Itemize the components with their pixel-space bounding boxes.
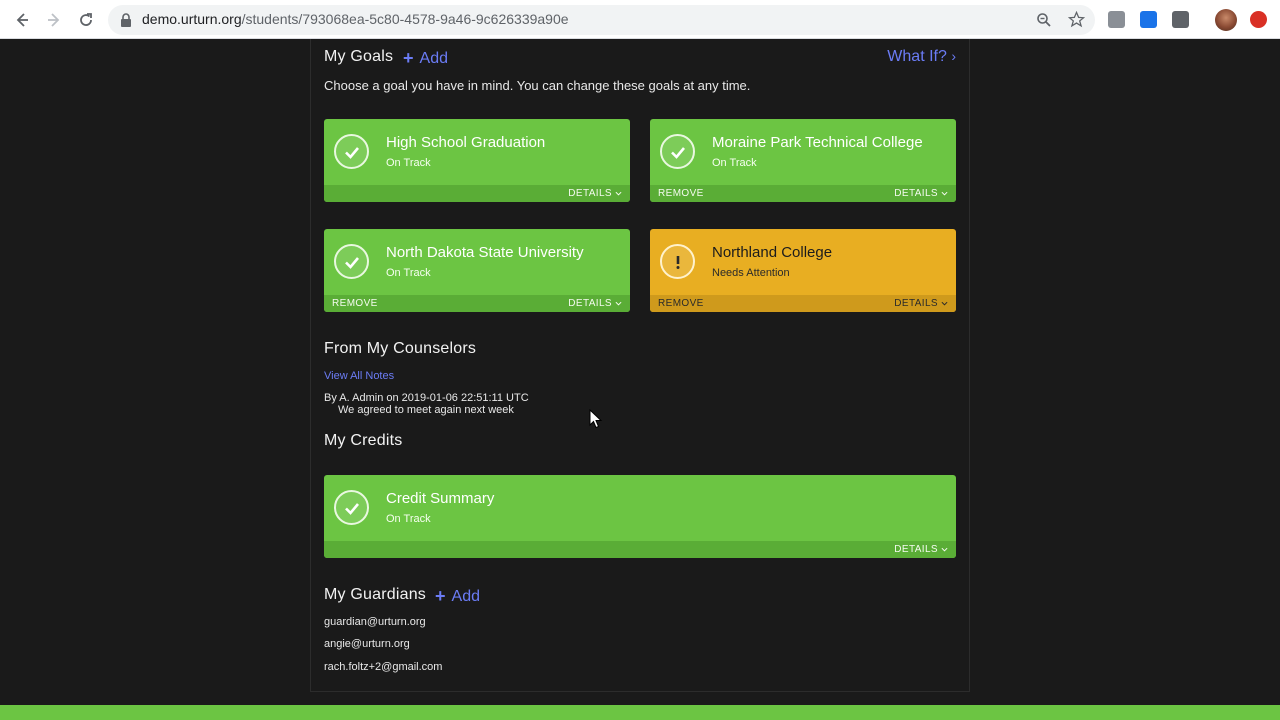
remove-button[interactable]: REMOVE [332, 298, 378, 309]
check-icon [334, 490, 369, 525]
note-meta: By A. Admin on 2019-01-06 22:51:11 UTC [324, 392, 529, 404]
profile-avatar[interactable] [1215, 9, 1237, 31]
reload-icon[interactable] [74, 8, 98, 32]
credit-summary-card[interactable]: Credit Summary On Track DETAILS [324, 475, 956, 558]
add-goal-label: Add [419, 49, 448, 67]
goal-title: Northland College [712, 244, 833, 261]
lock-icon [121, 13, 131, 27]
footer-bar [0, 705, 1280, 720]
goal-title: Moraine Park Technical College [712, 134, 923, 151]
add-guardian-label: Add [451, 587, 480, 605]
details-button[interactable]: DETAILS [568, 298, 622, 309]
credit-card-footer: DETAILS [324, 541, 956, 558]
counselors-title: From My Counselors [324, 340, 477, 357]
goal-card[interactable]: Moraine Park Technical College On Track … [650, 119, 956, 202]
details-label: DETAILS [894, 544, 938, 555]
mouse-cursor-icon [589, 409, 603, 429]
credit-title: Credit Summary [386, 490, 495, 507]
extension-blue-icon[interactable] [1140, 11, 1157, 28]
goal-card-footer: REMOVE DETAILS [650, 185, 956, 202]
guardians-title: My Guardians [324, 586, 426, 603]
goal-card-footer: DETAILS [324, 185, 630, 202]
exclamation-icon [660, 244, 695, 279]
chevron-right-icon: › [951, 48, 956, 64]
details-label: DETAILS [894, 188, 938, 199]
details-label: DETAILS [568, 188, 612, 199]
url-path: /students/793068ea-5c80-4578-9a46-9c6263… [241, 11, 569, 27]
note-body: We agreed to meet again next week [338, 404, 514, 416]
details-button[interactable]: DETAILS [894, 298, 948, 309]
extension-shield-icon[interactable] [1172, 11, 1189, 28]
what-if-link[interactable]: What If? › [887, 48, 956, 66]
check-icon [334, 244, 369, 279]
add-goal-button[interactable]: + Add [403, 48, 448, 69]
back-icon[interactable] [10, 8, 34, 32]
extension-red-icon[interactable] [1250, 11, 1267, 28]
details-button[interactable]: DETAILS [568, 188, 622, 199]
goals-title: My Goals [324, 48, 394, 65]
goal-title: High School Graduation [386, 134, 546, 151]
details-label: DETAILS [894, 298, 938, 309]
goal-card-footer: REMOVE DETAILS [324, 295, 630, 312]
browser-toolbar: demo.urturn.org/students/793068ea-5c80-4… [0, 0, 1280, 39]
check-icon [660, 134, 695, 169]
goals-intro: Choose a goal you have in mind. You can … [324, 78, 751, 93]
remove-button[interactable]: REMOVE [658, 298, 704, 309]
url-host: demo.urturn.org [142, 11, 242, 27]
guardian-email: rach.foltz+2@gmail.com [324, 661, 443, 673]
chevron-down-icon [941, 301, 948, 306]
goal-status: Needs Attention [712, 267, 790, 279]
chevron-down-icon [941, 191, 948, 196]
details-button[interactable]: DETAILS [894, 188, 948, 199]
url-text: demo.urturn.org/students/793068ea-5c80-4… [142, 11, 569, 27]
goal-card[interactable]: Northland College Needs Attention REMOVE… [650, 229, 956, 312]
chevron-down-icon [615, 191, 622, 196]
goal-status: On Track [386, 157, 431, 169]
zoom-icon[interactable] [1036, 12, 1052, 28]
plus-icon: + [435, 586, 446, 606]
chevron-down-icon [941, 547, 948, 552]
add-guardian-button[interactable]: + Add [435, 586, 480, 607]
goal-card-footer: REMOVE DETAILS [650, 295, 956, 312]
check-icon [334, 134, 369, 169]
student-panel: My Goals + Add What If? › Choose a goal y… [310, 39, 970, 692]
guardian-email: angie@urturn.org [324, 638, 410, 650]
credits-title: My Credits [324, 432, 403, 449]
goal-title: North Dakota State University [386, 244, 584, 261]
extension-hubspot-icon[interactable] [1108, 11, 1125, 28]
guardian-email: guardian@urturn.org [324, 616, 426, 628]
details-button[interactable]: DETAILS [894, 544, 948, 555]
details-label: DETAILS [568, 298, 612, 309]
goal-card[interactable]: High School Graduation On Track DETAILS [324, 119, 630, 202]
what-if-label: What If? [887, 48, 947, 65]
credit-status: On Track [386, 513, 431, 525]
view-all-notes-link[interactable]: View All Notes [324, 370, 394, 382]
plus-icon: + [403, 48, 414, 68]
address-bar[interactable]: demo.urturn.org/students/793068ea-5c80-4… [108, 5, 1095, 35]
goal-status: On Track [386, 267, 431, 279]
chevron-down-icon [615, 301, 622, 306]
goal-card[interactable]: North Dakota State University On Track R… [324, 229, 630, 312]
forward-icon[interactable] [42, 8, 66, 32]
remove-button[interactable]: REMOVE [658, 188, 704, 199]
goal-status: On Track [712, 157, 757, 169]
bookmark-star-icon[interactable] [1068, 11, 1085, 28]
